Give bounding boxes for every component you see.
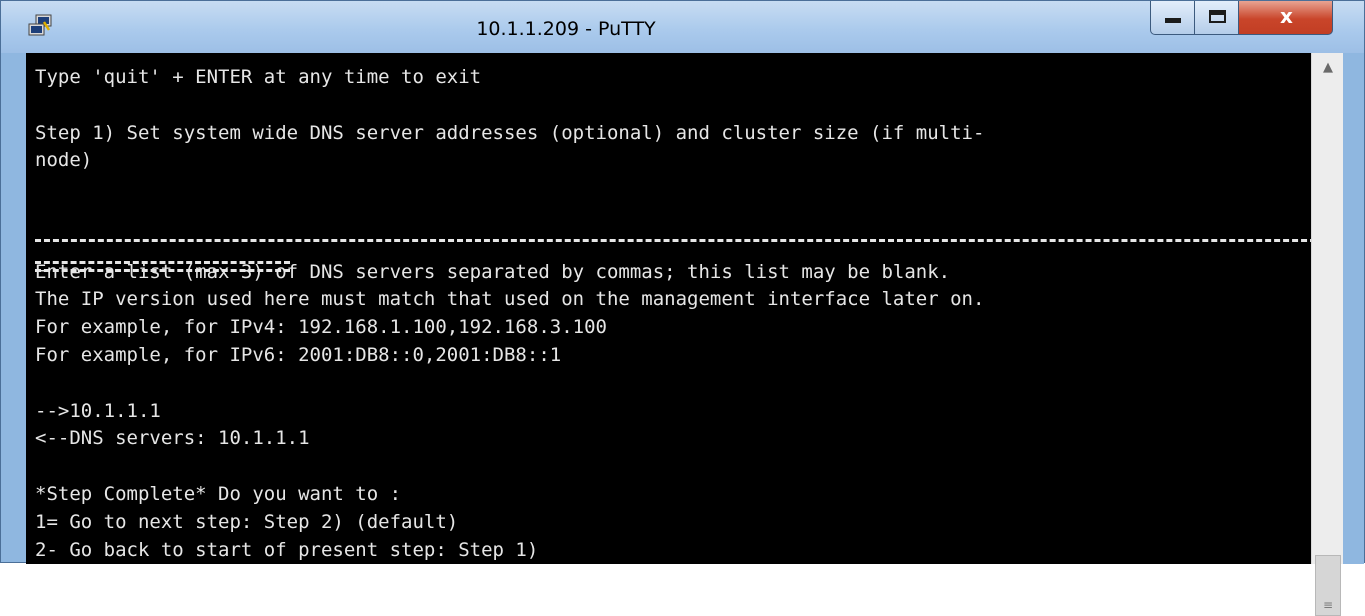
grip-icon: ≡ <box>1322 598 1334 612</box>
putty-window: 10.1.1.209 - PuTTY x Type 'quit' + ENTER… <box>0 0 1365 616</box>
terminal-line: <--DNS servers: 10.1.1.1 <box>35 427 310 450</box>
close-button[interactable]: x <box>1238 1 1333 35</box>
terminal-line: node) <box>35 149 93 172</box>
double-dashed-rule-bottom <box>35 269 290 272</box>
terminal-line: Type 'quit' + ENTER at any time to exit <box>35 66 482 88</box>
window-frame-right <box>1343 53 1364 564</box>
terminal-output[interactable]: Type 'quit' + ENTER at any time to exit … <box>26 53 1311 564</box>
terminal-line: 1= Go to next step: Step 2) (default) <box>35 510 459 533</box>
terminal-line: For example, for IPv6: 2001:DB8::0,2001:… <box>35 343 562 366</box>
terminal-line: -->10.1.1.1 <box>35 399 161 422</box>
terminal-line: *Step Complete* Do you want to : <box>35 482 402 505</box>
window-title: 10.1.1.209 - PuTTY <box>476 18 656 40</box>
terminal-line: Step 1) Set system wide DNS server addre… <box>35 121 985 144</box>
close-icon: x <box>1280 4 1293 28</box>
minimize-icon <box>1165 18 1181 23</box>
maximize-icon <box>1209 10 1226 23</box>
maximize-button[interactable] <box>1194 1 1239 35</box>
terminal-lines: Type 'quit' + ENTER at any time to exit … <box>35 64 984 564</box>
vertical-scrollbar[interactable]: ▲ ≡ <box>1311 53 1344 616</box>
minimize-button[interactable] <box>1150 1 1195 35</box>
terminal-line: The IP version used here must match that… <box>35 288 985 311</box>
terminal-line: For example, for IPv4: 192.168.1.100,192… <box>35 316 607 339</box>
dashed-rule <box>35 239 1311 242</box>
scroll-thumb[interactable]: ≡ <box>1315 555 1341 616</box>
chevron-up-icon[interactable]: ▲ <box>1312 53 1344 83</box>
double-dashed-rule-top <box>35 261 290 264</box>
terminal-line: 2- Go back to start of present step: Ste… <box>35 538 539 561</box>
title-bar[interactable]: 10.1.1.209 - PuTTY x <box>1 1 1364 53</box>
